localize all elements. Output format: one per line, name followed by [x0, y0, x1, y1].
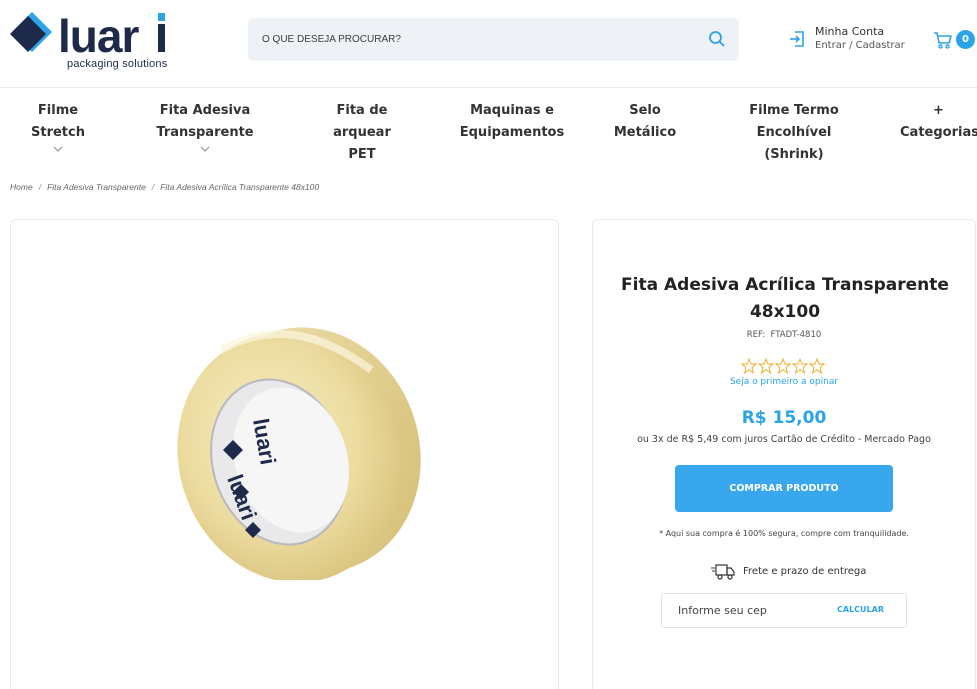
shipping-label: Frete e prazo de entrega	[743, 566, 867, 577]
nav-item-filme-stretch[interactable]: Filme Stretch	[10, 100, 106, 154]
product-ref-code: FTADT-4810	[770, 330, 822, 340]
category-nav: Filme Stretch Fita Adesiva Transparente …	[0, 88, 977, 162]
breadcrumb-current: Fita Adesiva Acrílica Transparente 48x10…	[160, 182, 320, 192]
search-button[interactable]	[707, 29, 727, 49]
brand-logo[interactable]: luar packaging solutions	[10, 10, 170, 72]
star-icon	[791, 358, 809, 374]
breadcrumb-category[interactable]: Fita Adesiva Transparente	[47, 182, 146, 192]
nav-item-fita-de-arquear[interactable]: Fita de arquear PET	[306, 100, 418, 166]
breadcrumb-home[interactable]: Home	[10, 182, 33, 192]
nav-item-label: Filme Stretch	[31, 103, 85, 140]
site-header: luar packaging solutions Minha Conta Ent…	[0, 0, 977, 88]
search-bar	[248, 18, 739, 61]
cart-button[interactable]: 0	[933, 30, 975, 52]
secure-purchase-note: * Aqui sua compra é 100% segura, compre …	[659, 529, 909, 538]
first-review-link[interactable]: Seja o primeiro a opinar	[593, 377, 975, 387]
installments-text: ou 3x de R$ 5,49 com juros Cartão de Cré…	[637, 434, 931, 445]
nav-item-label: Fita Adesiva Transparente	[156, 103, 254, 140]
account-subtitle: Entrar / Cadastrar	[815, 40, 905, 51]
nav-item-more-categories[interactable]: + Categorias	[900, 100, 977, 144]
truck-icon	[711, 564, 735, 580]
nav-item-filme-termo[interactable]: Filme Termo Encolhível (Shrink)	[712, 100, 876, 166]
nav-item-selo-metalico[interactable]: Selo Metálico	[604, 100, 686, 144]
product-title: Fita Adesiva Acrílica Transparente 48x10…	[621, 275, 949, 322]
product-image-panel: luari luari	[10, 219, 559, 689]
account-title: Minha Conta	[815, 25, 885, 38]
shipping-section: Frete e prazo de entrega	[711, 563, 871, 583]
star-icon	[757, 358, 775, 374]
rating-stars[interactable]	[741, 358, 825, 374]
chevron-down-icon	[53, 146, 63, 152]
star-icon	[808, 358, 825, 374]
star-icon	[741, 358, 758, 374]
breadcrumb-separator: /	[38, 182, 42, 192]
logo-tagline: packaging solutions	[67, 58, 168, 70]
breadcrumb-separator: /	[151, 182, 155, 192]
product-price: R$ 15,00	[741, 408, 827, 428]
nav-item-fita-adesiva-transparente[interactable]: Fita Adesiva Transparente	[120, 100, 290, 154]
product-ref-label: REF:	[746, 330, 766, 340]
product-info-panel: Fita Adesiva Acrílica Transparente 48x10…	[592, 219, 976, 689]
search-input[interactable]	[262, 18, 682, 61]
logo-mark: luar	[10, 10, 165, 60]
cart-icon	[934, 32, 952, 49]
account-link[interactable]: Minha Conta Entrar / Cadastrar	[788, 24, 918, 56]
star-icon	[774, 358, 792, 374]
cart-count-badge: 0	[956, 30, 975, 49]
login-icon	[790, 31, 804, 47]
buy-button[interactable]: COMPRAR PRODUTO	[675, 465, 893, 512]
cep-input[interactable]	[678, 594, 828, 627]
chevron-down-icon	[200, 146, 210, 152]
product-image[interactable]: luari luari	[161, 310, 431, 580]
nav-item-maquinas[interactable]: Maquinas e Equipamentos	[456, 100, 568, 144]
svg-text:luar: luar	[58, 10, 139, 60]
product-ref: REF: FTADT-4810	[593, 330, 975, 340]
cep-form: CALCULAR	[661, 593, 907, 628]
search-icon	[709, 31, 725, 47]
breadcrumb: Home / Fita Adesiva Transparente / Fita Ades…	[10, 182, 319, 192]
calculate-shipping-button[interactable]: CALCULAR	[837, 605, 884, 614]
